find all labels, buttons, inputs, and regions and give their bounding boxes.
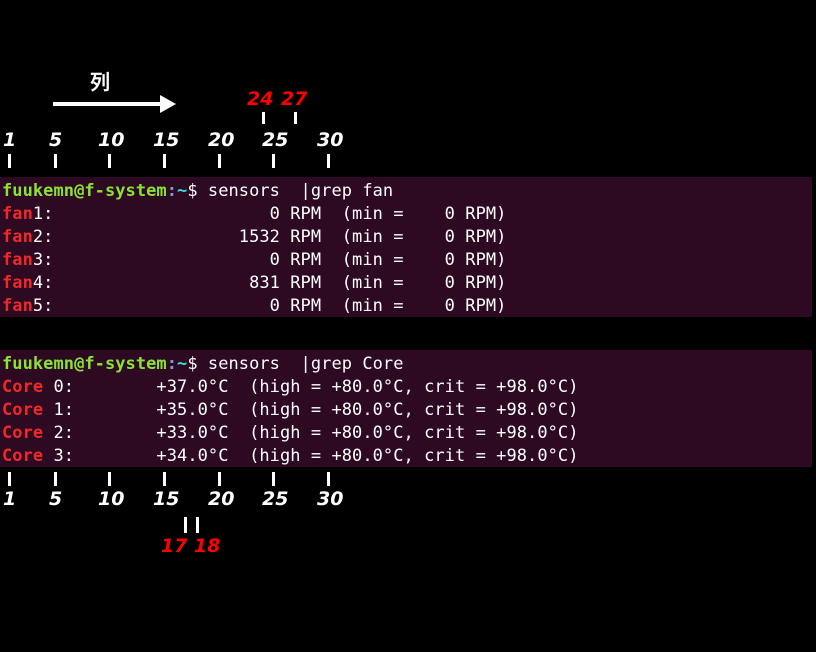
bottom-ruler-label-10: 10 — [98, 488, 125, 510]
top-ruler-label-15: 15 — [153, 129, 180, 151]
bottom-ruler-tick-30 — [327, 472, 330, 486]
grep-match: Core — [2, 446, 44, 466]
top-ruler-tick-25 — [272, 154, 275, 168]
prompt-user-host: fuukemn@f-system — [2, 354, 167, 374]
bottom-ruler-tick-5 — [54, 472, 57, 486]
column-axis-caption: 列 — [90, 70, 110, 94]
bottom-ruler-tick-10 — [108, 472, 111, 486]
prompt-user-host: fuukemn@f-system — [2, 181, 167, 201]
terminal-row: Core 2: +33.0°C (high = +80.0°C, crit = … — [0, 422, 812, 445]
prompt-path: ~ — [177, 354, 188, 374]
bottom-highlight-label-18: 18 — [194, 535, 221, 557]
row-text: 2: +33.0°C (high = +80.0°C, crit = +98.0… — [43, 423, 579, 443]
bottom-highlight-label-17: 17 — [161, 535, 188, 557]
terminal-prompt-line-core: fuukemn@f-system:~$ sensors |grep Core — [0, 353, 812, 376]
bottom-ruler-tick-15 — [163, 472, 166, 486]
top-ruler-label-20: 20 — [208, 129, 235, 151]
terminal-output-fan[interactable]: fuukemn@f-system:~$ sensors |grep fan fa… — [0, 177, 812, 317]
prompt-command: sensors |grep Core — [197, 354, 404, 374]
top-highlight-tick-27 — [294, 112, 297, 124]
row-text: 3: 0 RPM (min = 0 RPM) — [32, 250, 507, 270]
top-highlight-label-27: 27 — [281, 88, 308, 110]
terminal-row: Core 0: +37.0°C (high = +80.0°C, crit = … — [0, 376, 812, 399]
row-text: 1: +35.0°C (high = +80.0°C, crit = +98.0… — [43, 400, 579, 420]
grep-match: Core — [2, 377, 44, 397]
top-ruler-label-5: 5 — [49, 129, 63, 151]
top-ruler-tick-10 — [108, 154, 111, 168]
grep-match: fan — [2, 273, 33, 293]
top-ruler-label-30: 30 — [317, 129, 344, 151]
bottom-ruler-label-5: 5 — [49, 488, 63, 510]
top-ruler-tick-15 — [163, 154, 166, 168]
top-ruler-tick-1 — [8, 154, 11, 168]
bottom-highlight-tick-18 — [196, 517, 199, 533]
row-text: 0: +37.0°C (high = +80.0°C, crit = +98.0… — [43, 377, 579, 397]
terminal-row: fan4: 831 RPM (min = 0 RPM) — [0, 272, 812, 295]
top-ruler-tick-30 — [327, 154, 330, 168]
bottom-ruler-label-20: 20 — [208, 488, 235, 510]
grep-match: fan — [2, 227, 33, 247]
top-ruler-label-1: 1 — [3, 129, 17, 151]
prompt-command: sensors |grep fan — [197, 181, 394, 201]
row-text: 3: +34.0°C (high = +80.0°C, crit = +98.0… — [43, 446, 579, 466]
top-ruler-tick-20 — [218, 154, 221, 168]
prompt-colon: : — [166, 354, 178, 374]
prompt-colon: : — [166, 181, 178, 201]
terminal-row: fan5: 0 RPM (min = 0 RPM) — [0, 295, 812, 317]
terminal-row: fan2: 1532 RPM (min = 0 RPM) — [0, 226, 812, 249]
top-highlight-tick-24 — [262, 112, 265, 124]
top-highlight-label-24: 24 — [247, 88, 274, 110]
bottom-ruler-label-25: 25 — [262, 488, 289, 510]
top-ruler-label-25: 25 — [262, 129, 289, 151]
grep-match: fan — [2, 296, 33, 316]
bottom-ruler-label-30: 30 — [317, 488, 344, 510]
prompt-dollar: $ — [187, 354, 198, 374]
top-ruler-label-10: 10 — [98, 129, 125, 151]
bottom-ruler-tick-1 — [8, 472, 11, 486]
bottom-ruler-label-15: 15 — [153, 488, 180, 510]
terminal-row: fan3: 0 RPM (min = 0 RPM) — [0, 249, 812, 272]
terminal-output-core[interactable]: fuukemn@f-system:~$ sensors |grep Core C… — [0, 350, 812, 467]
grep-match: fan — [2, 204, 33, 224]
bottom-highlight-tick-17 — [184, 517, 187, 533]
terminal-prompt-line-fan: fuukemn@f-system:~$ sensors |grep fan — [0, 180, 812, 203]
arrow-shaft — [53, 102, 163, 106]
bottom-ruler-label-1: 1 — [3, 488, 17, 510]
grep-match: fan — [2, 250, 33, 270]
grep-match: Core — [2, 423, 44, 443]
row-text: 2: 1532 RPM (min = 0 RPM) — [32, 227, 507, 247]
arrow-head-icon — [160, 95, 176, 113]
terminal-row: Core 3: +34.0°C (high = +80.0°C, crit = … — [0, 445, 812, 467]
prompt-path: ~ — [177, 181, 188, 201]
bottom-ruler-tick-25 — [272, 472, 275, 486]
terminal-row: fan1: 0 RPM (min = 0 RPM) — [0, 203, 812, 226]
column-direction-arrow-group: 列 — [0, 60, 200, 120]
bottom-ruler-tick-20 — [218, 472, 221, 486]
terminal-row: Core 1: +35.0°C (high = +80.0°C, crit = … — [0, 399, 812, 422]
prompt-dollar: $ — [187, 181, 198, 201]
top-ruler-tick-5 — [54, 154, 57, 168]
row-text: 1: 0 RPM (min = 0 RPM) — [32, 204, 507, 224]
row-text: 5: 0 RPM (min = 0 RPM) — [32, 296, 507, 316]
row-text: 4: 831 RPM (min = 0 RPM) — [32, 273, 507, 293]
grep-match: Core — [2, 400, 44, 420]
